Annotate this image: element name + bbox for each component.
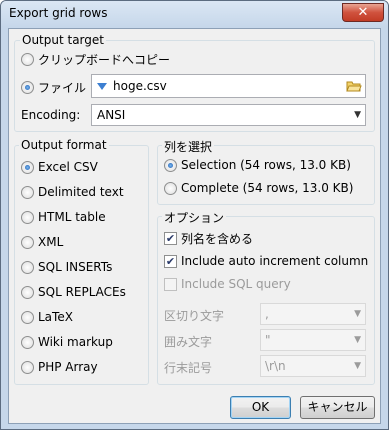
format-xml[interactable]: XML <box>21 234 63 250</box>
radio-icon[interactable] <box>21 185 34 199</box>
radio-icon[interactable] <box>21 285 34 299</box>
format-label: Wiki markup <box>38 335 113 349</box>
encoding-value: ANSI <box>97 108 126 122</box>
format-wiki-markup[interactable]: Wiki markup <box>21 334 113 350</box>
format-label: SQL REPLACEs <box>38 285 126 299</box>
format-delimited-text[interactable]: Delimited text <box>21 184 124 200</box>
select-rows-group: 列を選択 Selection (54 rows, 13.0 KB) Comple… <box>157 138 375 205</box>
encoding-label: Encoding: <box>21 108 81 122</box>
title-bar: Export grid rows ✕ <box>1 1 388 27</box>
include-auto-increment-checkbox[interactable]: ✔ Include auto increment column <box>164 253 368 269</box>
enclosure-value: " <box>265 333 271 347</box>
radio-icon[interactable] <box>21 335 34 349</box>
radio-icon[interactable] <box>164 181 177 195</box>
format-sql-replaces[interactable]: SQL REPLACEs <box>21 284 126 300</box>
select-rows-legend: 列を選択 <box>162 138 215 155</box>
format-latex[interactable]: LaTeX <box>21 309 73 325</box>
output-format-legend: Output format <box>19 138 109 152</box>
format-label: Excel CSV <box>38 160 98 174</box>
output-format-group: Output format Excel CSV Delimited text H… <box>14 138 149 385</box>
output-target-group: Output target クリップボードへコピー ファイル hoge.csv <box>14 33 375 132</box>
line-terminator-value: \r\n <box>265 359 286 373</box>
include-column-names-checkbox[interactable]: ✔ 列名を含める <box>164 230 253 246</box>
format-label: Delimited text <box>38 185 124 199</box>
radio-icon[interactable] <box>21 210 34 224</box>
ok-button[interactable]: OK <box>230 396 291 419</box>
cancel-button[interactable]: キャンセル <box>300 396 375 419</box>
window-title: Export grid rows <box>9 6 108 20</box>
clipboard-radio[interactable]: クリップボードへコピー <box>21 51 170 67</box>
dropdown-triangle-icon[interactable] <box>96 81 108 91</box>
file-radio-label: ファイル <box>38 80 87 95</box>
chevron-down-icon: ▼ <box>354 110 361 120</box>
include-column-names-label: 列名を含める <box>181 231 254 246</box>
encoding-select[interactable]: ANSI ▼ <box>91 104 366 126</box>
dialog-body: Output target クリップボードへコピー ファイル hoge.csv <box>8 28 381 424</box>
clipboard-radio-button[interactable] <box>21 52 34 66</box>
close-icon: ✕ <box>357 5 369 20</box>
file-radio[interactable]: ファイル <box>21 79 86 95</box>
checkbox-icon[interactable] <box>164 277 177 291</box>
format-excel-csv[interactable]: Excel CSV <box>21 159 98 175</box>
include-sql-query-checkbox[interactable]: Include SQL query <box>164 276 291 292</box>
rows-selection-radio[interactable]: Selection (54 rows, 13.0 KB) <box>164 157 351 173</box>
clipboard-radio-label: クリップボードへコピー <box>38 52 171 67</box>
format-html-table[interactable]: HTML table <box>21 209 106 225</box>
radio-icon[interactable] <box>21 235 34 249</box>
include-auto-increment-label: Include auto increment column <box>181 254 369 268</box>
format-label: XML <box>38 235 64 249</box>
format-label: PHP Array <box>38 360 98 374</box>
format-sql-inserts[interactable]: SQL INSERTs <box>21 259 112 275</box>
radio-icon[interactable] <box>21 360 34 374</box>
format-label: HTML table <box>38 210 106 224</box>
enclosure-label: 囲み文字 <box>164 335 213 349</box>
format-php-array[interactable]: PHP Array <box>21 359 98 375</box>
radio-icon[interactable] <box>21 160 34 174</box>
checkmark-icon[interactable]: ✔ <box>164 231 177 245</box>
format-label: LaTeX <box>38 310 73 324</box>
file-path-value[interactable]: hoge.csv <box>113 79 167 93</box>
include-sql-query-label: Include SQL query <box>181 277 291 291</box>
line-terminator-label: 行末記号 <box>164 361 213 375</box>
chevron-down-icon: ▼ <box>354 361 361 371</box>
options-legend: オプション <box>162 209 227 226</box>
separator-select[interactable]: , ▼ <box>260 303 366 325</box>
output-target-legend: Output target <box>20 33 106 47</box>
checkmark-icon[interactable]: ✔ <box>164 254 177 268</box>
rows-complete-label: Complete (54 rows, 13.0 KB) <box>181 181 354 195</box>
separator-value: , <box>265 307 269 321</box>
close-button[interactable]: ✕ <box>342 3 384 22</box>
chevron-down-icon: ▼ <box>354 335 361 345</box>
radio-icon[interactable] <box>21 260 34 274</box>
file-path-field[interactable]: hoge.csv <box>91 74 366 98</box>
folder-open-icon[interactable] <box>346 79 362 93</box>
separator-label: 区切り文字 <box>164 309 225 323</box>
chevron-down-icon: ▼ <box>354 309 361 319</box>
line-terminator-select[interactable]: \r\n ▼ <box>260 355 366 377</box>
rows-selection-label: Selection (54 rows, 13.0 KB) <box>181 158 351 172</box>
format-label: SQL INSERTs <box>38 260 113 274</box>
options-group: オプション ✔ 列名を含める ✔ Include auto increment … <box>157 209 375 385</box>
export-dialog: Export grid rows ✕ Output target クリップボード… <box>0 0 389 430</box>
file-radio-button[interactable] <box>21 80 34 94</box>
radio-icon[interactable] <box>21 310 34 324</box>
rows-complete-radio[interactable]: Complete (54 rows, 13.0 KB) <box>164 180 353 196</box>
enclosure-select[interactable]: " ▼ <box>260 329 366 351</box>
radio-icon[interactable] <box>164 158 177 172</box>
